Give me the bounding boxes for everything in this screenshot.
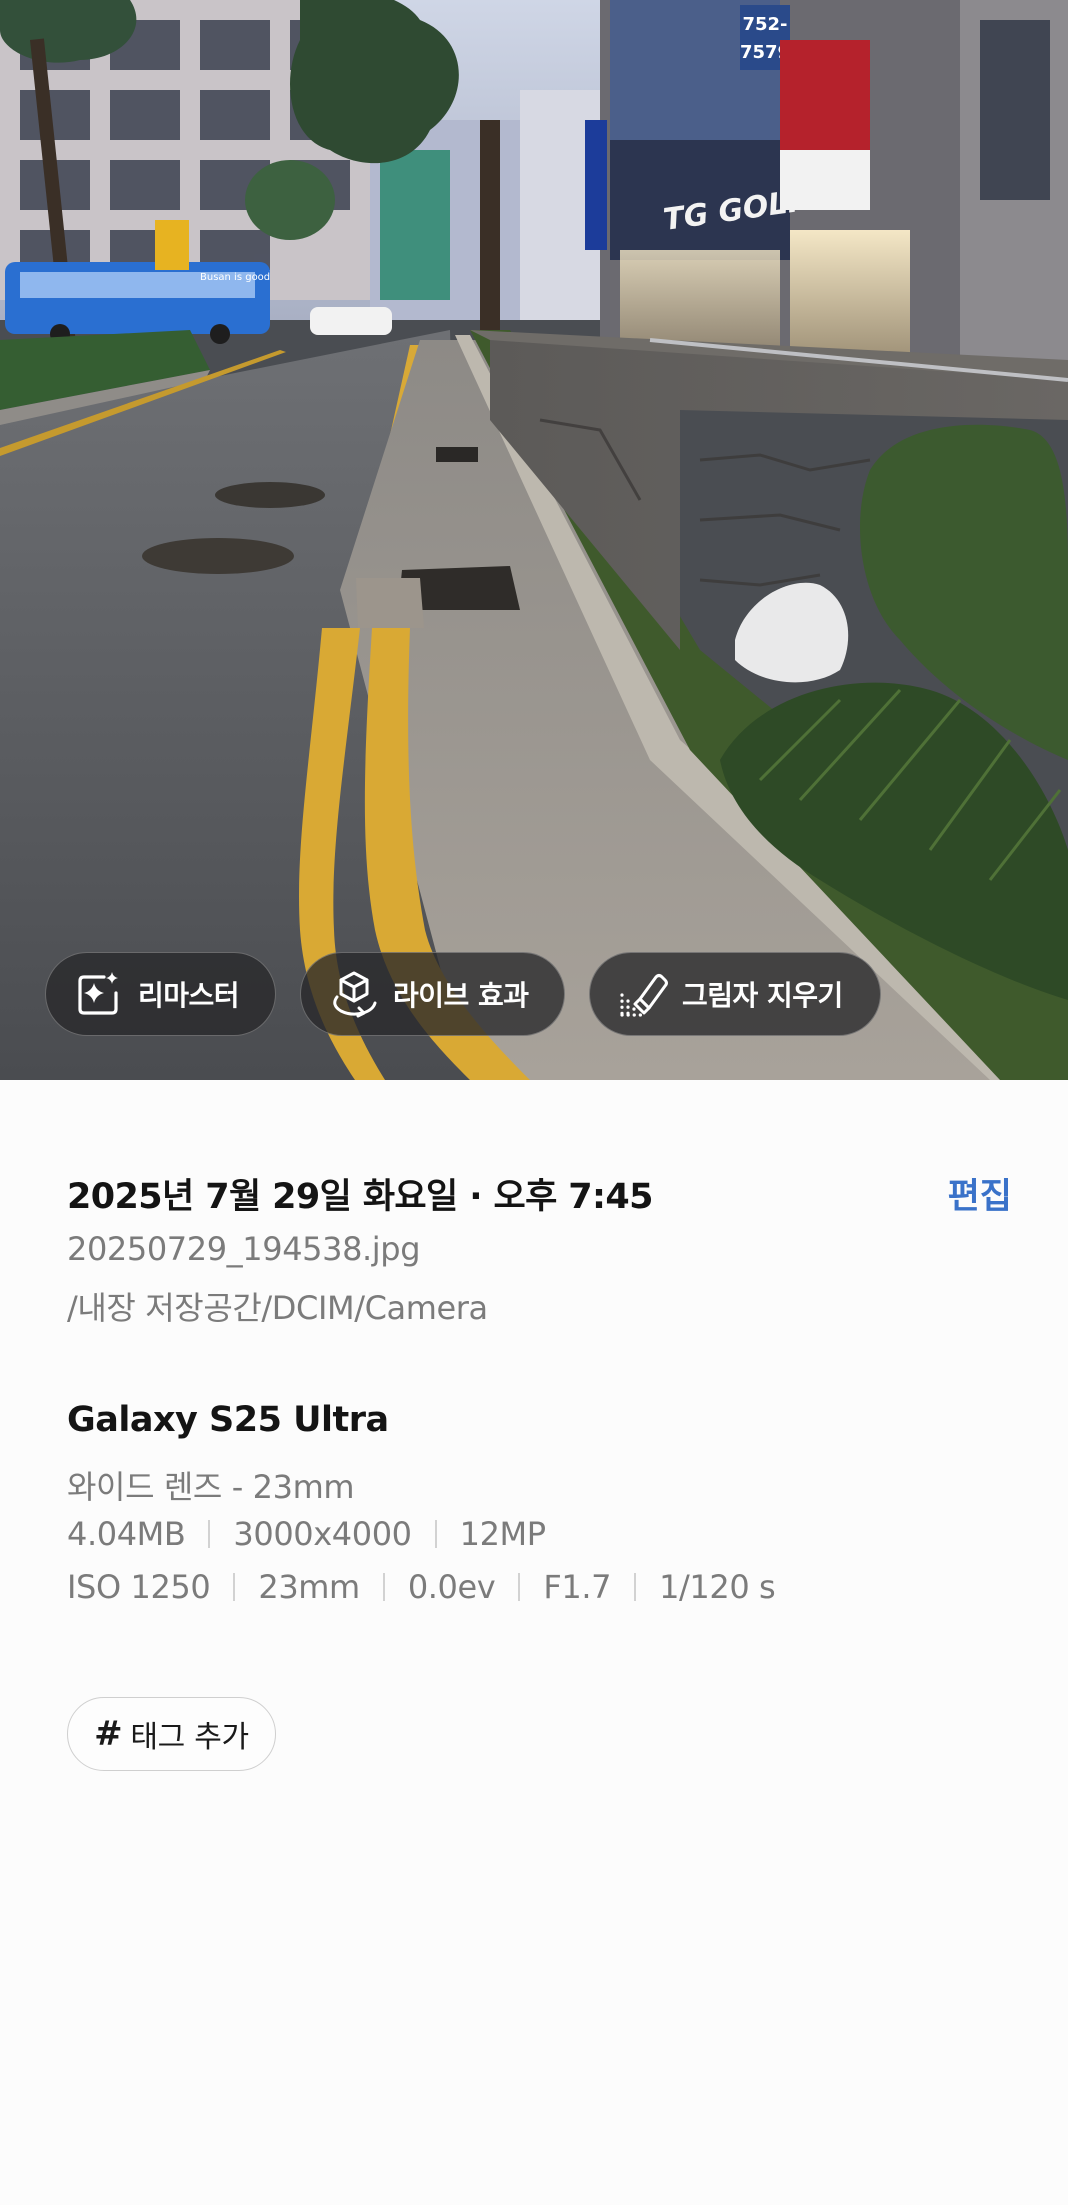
divider [518,1573,521,1601]
sparkle-frame-icon [74,969,124,1019]
file-path: /내장 저장공간/DCIM/Camera [67,1289,488,1327]
file-info-row: 4.04MB 3000x4000 12MP [67,1515,546,1553]
phone-sign-top: 752- [742,14,787,35]
remaster-button[interactable]: 리마스터 [45,952,276,1036]
divider [634,1573,637,1601]
hashtag-icon: # [94,1714,123,1754]
bus-text: Busan is good [200,272,270,283]
lens-info: 와이드 렌즈 - 23mm [67,1468,355,1506]
cube-rotate-icon [329,969,379,1019]
file-name: 20250729_194538.jpg [67,1230,421,1268]
remaster-label: 리마스터 [138,979,240,1012]
megapixels: 12MP [459,1515,546,1553]
street-photo: 752- 7579 TG GOLF Busan is good [0,0,1068,1080]
eraser-icon [618,969,668,1019]
date-row: 2025년 7월 29일 화요일 · 오후 7:45 편집 [67,1168,1012,1219]
shutter-speed: 1/120 s [659,1568,776,1606]
resolution: 3000x4000 [233,1515,412,1553]
add-tag-button[interactable]: # 태그 추가 [67,1697,276,1771]
shadow-eraser-button[interactable]: 그림자 지우기 [589,952,881,1036]
exif-row: ISO 1250 23mm 0.0ev F1.7 1/120 s [67,1568,776,1606]
divider [233,1573,236,1601]
exposure-value: 0.0ev [407,1568,496,1606]
shadow-eraser-label: 그림자 지우기 [682,979,843,1012]
iso: ISO 1250 [67,1568,211,1606]
divider [208,1520,211,1548]
effect-buttons: 리마스터 라이브 효과 그림자 지우기 [45,952,881,1036]
live-effect-button[interactable]: 라이브 효과 [300,952,565,1036]
edit-button[interactable]: 편집 [948,1168,1012,1219]
aperture: F1.7 [543,1568,612,1606]
divider [434,1520,437,1548]
focal-length: 23mm [258,1568,360,1606]
file-size: 4.04MB [67,1515,186,1553]
capture-datetime: 2025년 7월 29일 화요일 · 오후 7:45 [67,1177,654,1217]
details-panel: 2025년 7월 29일 화요일 · 오후 7:45 편집 20250729_1… [0,1080,1068,2205]
photo-viewer[interactable]: 752- 7579 TG GOLF Busan is good 리마스터 라이브… [0,0,1068,1080]
add-tag-label: 태그 추가 [130,1720,249,1755]
divider [382,1573,385,1601]
live-effect-label: 라이브 효과 [393,979,529,1012]
device-name: Galaxy S25 Ultra [67,1400,389,1440]
